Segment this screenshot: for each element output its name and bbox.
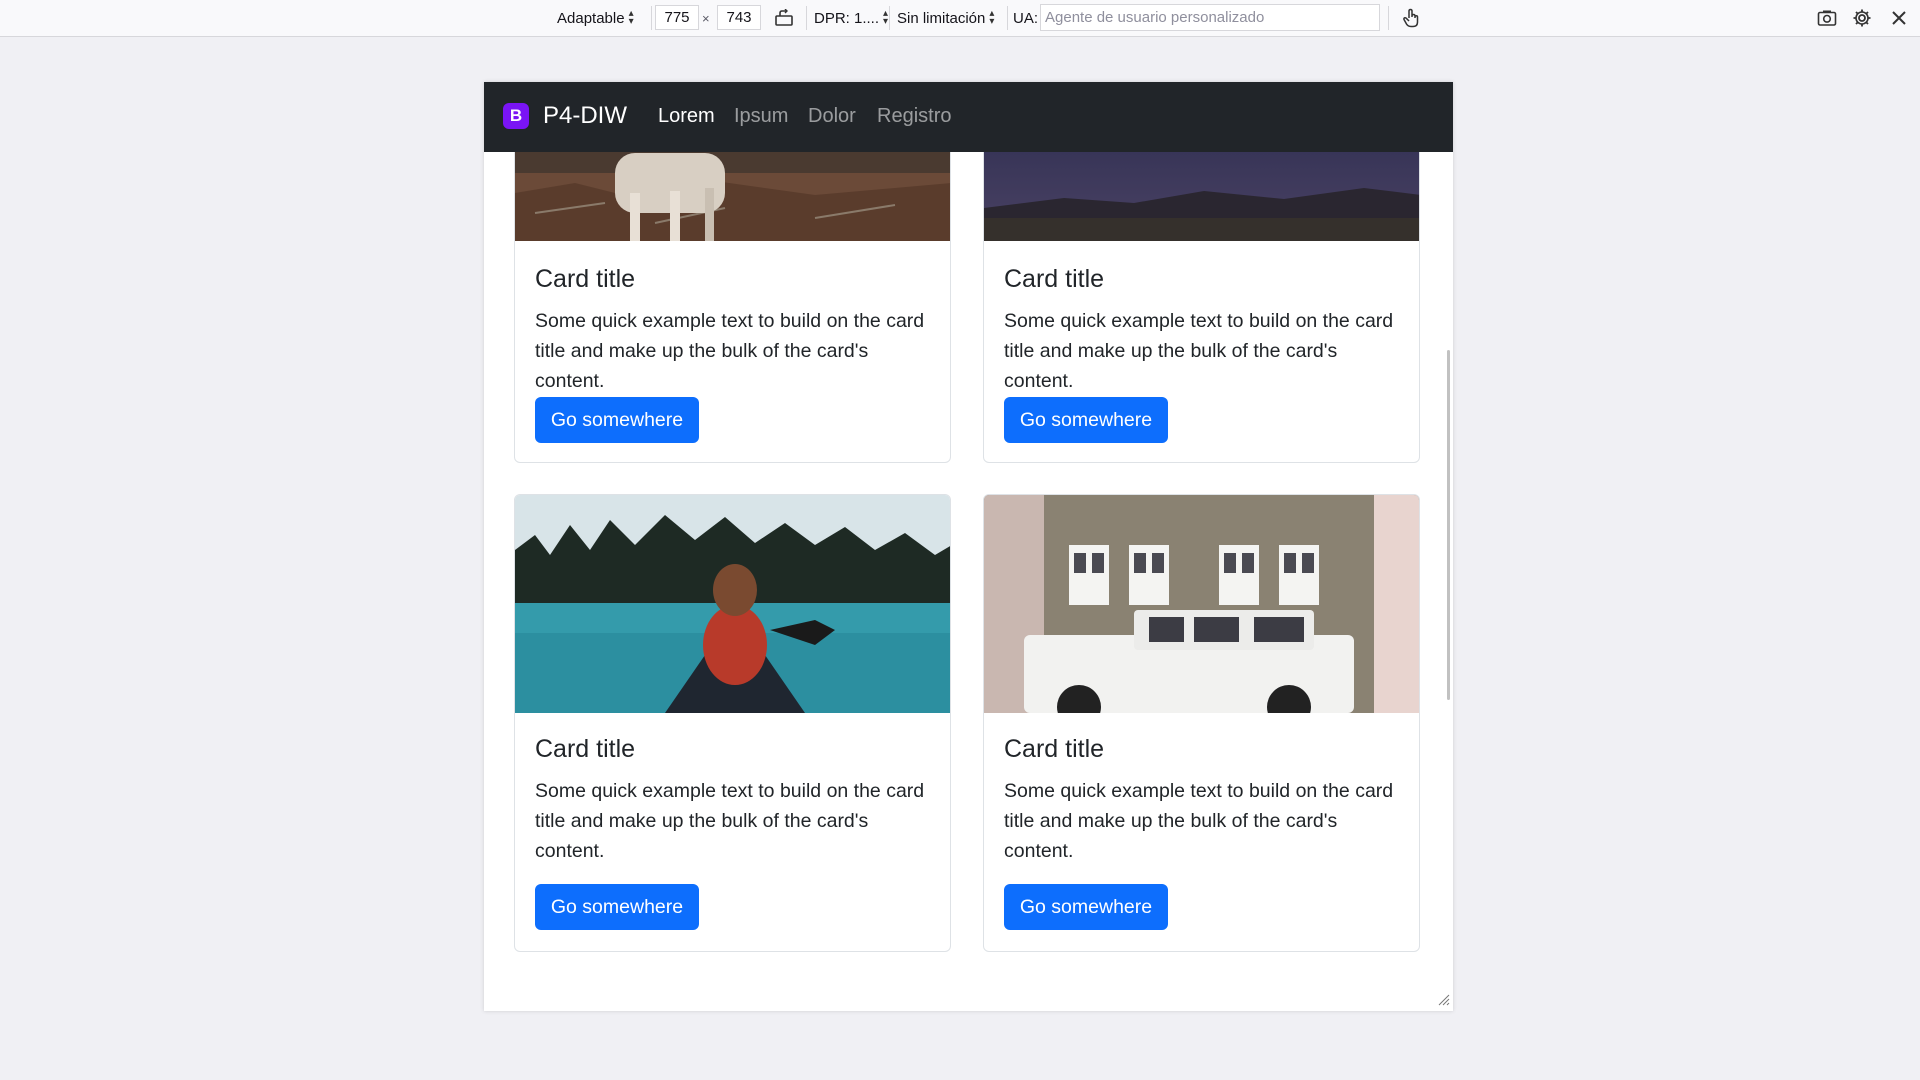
times-sign: ×: [702, 10, 710, 26]
card-text: Some quick example text to build on the …: [1004, 310, 1394, 392]
resize-grip-icon[interactable]: [1436, 992, 1450, 1006]
divider: [651, 6, 652, 30]
go-somewhere-button[interactable]: Go somewhere: [535, 397, 699, 443]
card-title: Card title: [535, 265, 636, 293]
card-text: Some quick example text to build on the …: [535, 780, 925, 862]
ua-label: UA:: [1013, 9, 1039, 27]
responsive-design-toolbar: Adaptable ▴ ▾ 775 × 743 DPR: 1.... ▴ ▾ Sin…: [0, 0, 1920, 37]
nav-link-ipsum[interactable]: Ipsum: [734, 105, 788, 128]
card-title: Card title: [1004, 735, 1105, 763]
navbar-brand[interactable]: P4-DIW: [543, 102, 627, 130]
go-somewhere-button[interactable]: Go somewhere: [535, 884, 699, 930]
rotate-icon[interactable]: [773, 7, 795, 29]
divider: [1007, 6, 1008, 30]
divider: [1388, 6, 1389, 30]
bootstrap-logo-icon[interactable]: B: [503, 103, 529, 129]
throttle-label: Sin limitación: [897, 9, 986, 27]
go-somewhere-button[interactable]: Go somewhere: [1004, 884, 1168, 930]
emulated-viewport: B P4-DIW Lorem Ipsum Dolor Registro Card…: [484, 82, 1453, 1011]
card-text: Some quick example text to build on the …: [1004, 780, 1394, 862]
nav-link-dolor[interactable]: Dolor: [808, 105, 856, 128]
card-title: Card title: [1004, 265, 1105, 293]
divider: [806, 6, 807, 30]
settings-icon[interactable]: [1851, 7, 1873, 29]
device-selector-label: Adaptable: [557, 9, 625, 27]
card: Card title Some quick example text to bu…: [514, 494, 951, 952]
device-selector[interactable]: Adaptable ▴ ▾: [557, 0, 634, 36]
chevron-updown-icon: ▴ ▾: [628, 8, 634, 27]
touch-icon[interactable]: [1400, 7, 1422, 29]
card-text: Some quick example text to build on the …: [535, 310, 925, 392]
height-input[interactable]: 743: [717, 5, 761, 30]
throttle-selector[interactable]: Sin limitación ▴ ▾: [897, 0, 994, 36]
user-agent-input[interactable]: Agente de usuario personalizado: [1040, 4, 1380, 31]
card-image-white-jeep: [984, 495, 1419, 713]
go-somewhere-button[interactable]: Go somewhere: [1004, 397, 1168, 443]
dpr-label: DPR: 1....: [814, 9, 880, 27]
card-image-canoe-lake: [515, 495, 950, 713]
card-title: Card title: [535, 735, 636, 763]
navbar: B P4-DIW Lorem Ipsum Dolor Registro: [484, 82, 1453, 152]
scrollbar-thumb[interactable]: [1447, 350, 1450, 700]
dpr-selector[interactable]: DPR: 1.... ▴ ▾: [814, 0, 888, 36]
chevron-updown-icon: ▴ ▾: [989, 8, 995, 27]
divider: [889, 6, 890, 30]
nav-link-lorem[interactable]: Lorem: [658, 105, 715, 128]
screenshot-icon[interactable]: [1816, 7, 1838, 29]
width-input[interactable]: 775: [655, 5, 699, 30]
close-icon[interactable]: [1888, 7, 1910, 29]
card: Card title Some quick example text to bu…: [983, 494, 1420, 952]
nav-link-registro[interactable]: Registro: [877, 105, 951, 128]
chevron-updown-icon: ▴ ▾: [883, 8, 889, 27]
